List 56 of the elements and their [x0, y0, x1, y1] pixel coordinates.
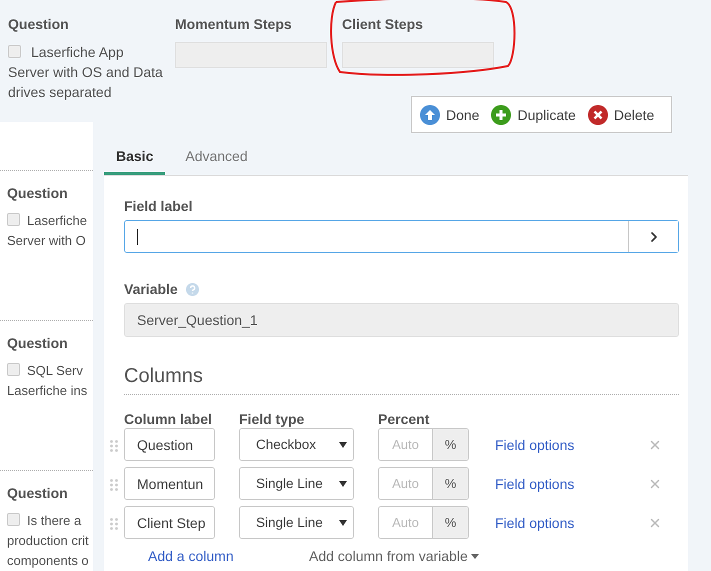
input-field[interactable]: Momentun	[124, 467, 215, 500]
field-options-link[interactable]: Field options	[494, 436, 574, 452]
question-text: SQL Serv	[27, 363, 83, 378]
question-text: Laserfiche	[27, 213, 87, 228]
help-icon[interactable]	[186, 282, 199, 296]
field-label: Field label	[124, 198, 192, 214]
dropdown[interactable]: Single Line	[239, 506, 354, 539]
question-text: Laserfiche ins	[7, 383, 88, 398]
checkbox[interactable]	[7, 213, 20, 226]
question-heading: Question	[8, 16, 70, 32]
input-field[interactable]	[175, 42, 327, 68]
question-text: Server with OS and Data	[8, 64, 163, 80]
input-field[interactable]: Client Step	[124, 506, 215, 539]
question-text: production crit	[7, 533, 89, 548]
input-field[interactable]: Question	[124, 428, 215, 461]
column-heading: Field type	[239, 411, 306, 427]
column-heading: Momentum Steps	[175, 16, 293, 32]
field-options-link[interactable]: Field options	[494, 476, 574, 492]
plus-icon	[491, 104, 512, 124]
text-field[interactable]	[124, 220, 679, 253]
duplicate-button[interactable]: Duplicate	[491, 104, 576, 124]
caret-icon	[339, 442, 347, 448]
add-from-variable-link[interactable]: Add column from variable	[309, 548, 479, 564]
question-text: components o	[7, 553, 89, 568]
input-field[interactable]	[342, 42, 494, 68]
dropdown[interactable]: Checkbox	[239, 428, 354, 461]
done-button[interactable]: Done	[420, 104, 480, 124]
caret-icon	[470, 554, 479, 558]
drag-handle-icon[interactable]	[110, 479, 118, 491]
column-heading: Column label	[124, 411, 213, 427]
checkbox[interactable]	[8, 45, 21, 58]
section-title: Columns	[124, 365, 679, 395]
question-text: Laserfiche App	[31, 44, 124, 60]
delete-button[interactable]: Delete	[588, 104, 654, 124]
checkbox[interactable]	[7, 513, 20, 526]
column-heading: Percent	[378, 411, 430, 427]
checkbox[interactable]	[7, 363, 20, 376]
add-column-link[interactable]: Add a column	[148, 548, 309, 564]
question-text: Server with O	[7, 233, 86, 248]
question-heading: Question	[7, 485, 69, 501]
field-label: Variable	[124, 281, 178, 297]
column-heading: Client Steps	[342, 16, 424, 32]
caret-icon	[339, 480, 347, 486]
close-icon	[588, 104, 608, 124]
question-text: Is there a	[27, 513, 82, 528]
tab[interactable]: Advanced	[173, 148, 260, 175]
dropdown[interactable]: Single Line	[239, 467, 354, 500]
question-text: drives separated	[8, 84, 112, 100]
drag-handle-icon[interactable]	[110, 518, 118, 530]
chevron-right-icon[interactable]	[628, 221, 678, 252]
caret-icon	[339, 520, 347, 526]
question-heading: Question	[7, 335, 69, 351]
drag-handle-icon[interactable]	[110, 440, 118, 452]
field-options-link[interactable]: Field options	[494, 514, 574, 530]
variable-field[interactable]: Server_Question_1	[124, 303, 679, 337]
question-heading: Question	[7, 185, 69, 201]
